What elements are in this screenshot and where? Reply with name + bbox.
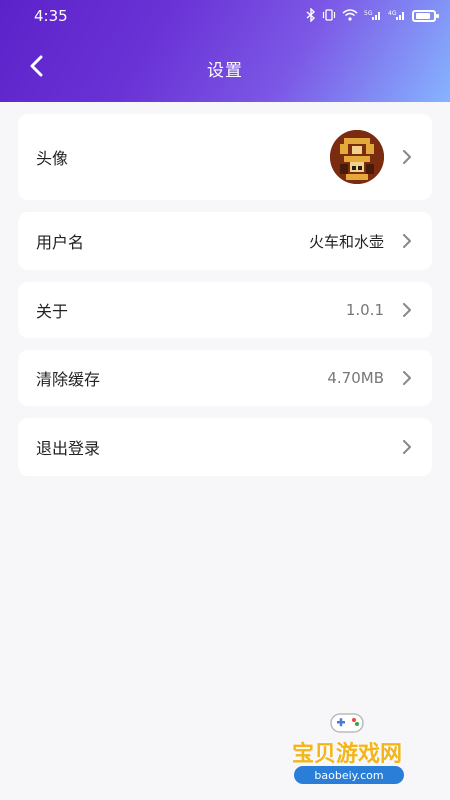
vibrate-icon — [322, 8, 336, 24]
clear-cache-row[interactable]: 清除缓存 4.70MB — [18, 350, 432, 406]
battery-icon — [412, 10, 439, 22]
signal-1-label: 5G — [364, 10, 373, 17]
logout-row[interactable]: 退出登录 — [18, 418, 432, 476]
username-row[interactable]: 用户名 火车和水壶 — [18, 212, 432, 270]
page-title: 设置 — [207, 60, 243, 81]
chevron-right-icon — [400, 150, 414, 164]
chevron-right-icon — [400, 234, 414, 248]
settings-screen: 4:35 5G 4G 设置 头像 用户名 火车和水壶 关于 1.0.1 清除缓存… — [0, 0, 450, 800]
back-button[interactable] — [18, 50, 54, 86]
avatar[interactable] — [330, 130, 384, 184]
avatar-row[interactable]: 头像 — [18, 114, 432, 200]
chevron-right-icon — [400, 303, 414, 317]
status-time: 4:35 — [34, 7, 68, 25]
clear-cache-label: 清除缓存 — [36, 370, 101, 389]
watermark: 宝贝游戏网 baobeiy.com — [272, 704, 422, 790]
settings-list: 头像 用户名 火车和水壶 关于 1.0.1 清除缓存 4.70MB 退出登录 — [18, 114, 432, 488]
header: 4:35 5G 4G 设置 — [0, 0, 450, 102]
watermark-url: baobeiy.com — [294, 766, 404, 784]
status-icons: 5G 4G — [306, 6, 439, 25]
cache-size-value: 4.70MB — [327, 369, 384, 387]
wifi-icon — [342, 8, 358, 24]
signal-2-label: 4G — [388, 10, 397, 17]
about-row[interactable]: 关于 1.0.1 — [18, 282, 432, 338]
about-label: 关于 — [36, 302, 69, 321]
logout-label: 退出登录 — [36, 439, 101, 458]
signal-icon: 4G — [388, 9, 406, 24]
version-value: 1.0.1 — [345, 301, 384, 319]
username-label: 用户名 — [36, 233, 85, 252]
chevron-right-icon — [400, 371, 414, 385]
watermark-text: 宝贝游戏网 — [291, 742, 402, 767]
signal-icon: 5G — [364, 9, 382, 24]
chevron-left-icon — [29, 55, 43, 81]
username-value: 火车和水壶 — [308, 232, 384, 251]
status-bar: 4:35 5G 4G — [0, 0, 450, 32]
bluetooth-icon — [306, 6, 316, 25]
title-bar: 设置 — [0, 40, 450, 96]
chevron-right-icon — [400, 440, 414, 454]
avatar-label: 头像 — [36, 149, 69, 168]
